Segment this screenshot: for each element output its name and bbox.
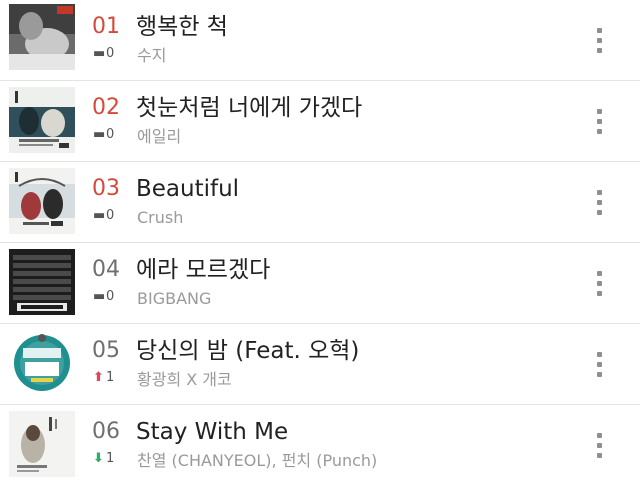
rank-change: ⬆ 1 xyxy=(93,370,114,386)
rank-change-value: 1 xyxy=(106,370,115,385)
song-title[interactable]: 당신의 밤 (Feat. 오혁) xyxy=(136,336,359,366)
chart-list: 01 ▬0 행복한 척 수지 02 ▬0 첫눈처럼 너에게 가겠다 에일리 03… xyxy=(0,0,640,480)
more-vertical-icon[interactable] xyxy=(590,20,610,60)
song-title[interactable]: 첫눈처럼 너에게 가겠다 xyxy=(136,93,362,123)
dash-icon: ▬ xyxy=(93,208,106,223)
rank-change-value: 0 xyxy=(106,289,115,304)
song-title[interactable]: Stay With Me xyxy=(136,417,288,447)
dash-icon: ▬ xyxy=(93,289,106,304)
rank-change-value: 0 xyxy=(106,46,115,61)
rank-change: ⬇ 1 xyxy=(93,451,114,467)
artist-name[interactable]: BIGBANG xyxy=(137,289,211,309)
song-title[interactable]: 행복한 척 xyxy=(136,12,228,42)
up-arrow-icon: ⬆ xyxy=(93,370,104,385)
chart-row[interactable]: 02 ▬0 첫눈처럼 너에게 가겠다 에일리 xyxy=(0,81,640,162)
more-vertical-icon[interactable] xyxy=(590,263,610,303)
chart-row[interactable]: 06 ⬇ 1 Stay With Me 찬열 (CHANYEOL), 펀치 (Pu… xyxy=(0,405,640,486)
artist-name[interactable]: 수지 xyxy=(137,46,166,66)
rank-change: ▬0 xyxy=(93,46,114,62)
album-cover[interactable] xyxy=(9,249,75,315)
rank-change: ▬0 xyxy=(93,127,114,143)
dash-icon: ▬ xyxy=(93,127,106,142)
rank-number: 04 xyxy=(92,257,120,282)
song-title[interactable]: Beautiful xyxy=(136,174,239,204)
artist-name[interactable]: Crush xyxy=(137,208,183,228)
artist-name[interactable]: 찬열 (CHANYEOL), 펀치 (Punch) xyxy=(137,451,377,471)
rank-change-value: 0 xyxy=(106,208,115,223)
artist-name[interactable]: 에일리 xyxy=(137,127,181,147)
album-cover[interactable] xyxy=(9,87,75,153)
more-vertical-icon[interactable] xyxy=(590,182,610,222)
chart-row[interactable]: 03 ▬0 Beautiful Crush xyxy=(0,162,640,243)
rank-number: 06 xyxy=(92,419,120,444)
rank-number: 03 xyxy=(92,176,120,201)
song-title[interactable]: 에라 모르겠다 xyxy=(136,255,270,285)
album-cover[interactable] xyxy=(9,168,75,234)
rank-change: ▬0 xyxy=(93,289,114,305)
rank-change: ▬0 xyxy=(93,208,114,224)
rank-change-value: 1 xyxy=(106,451,115,466)
rank-number: 01 xyxy=(92,14,120,39)
rank-number: 05 xyxy=(92,338,120,363)
album-cover[interactable] xyxy=(9,330,75,396)
chart-row[interactable]: 04 ▬0 에라 모르겠다 BIGBANG xyxy=(0,243,640,324)
down-arrow-icon: ⬇ xyxy=(93,451,104,466)
more-vertical-icon[interactable] xyxy=(590,425,610,465)
artist-name[interactable]: 황광희 X 개코 xyxy=(137,370,232,390)
more-vertical-icon[interactable] xyxy=(590,101,610,141)
more-vertical-icon[interactable] xyxy=(590,344,610,384)
album-cover[interactable] xyxy=(9,4,75,70)
dash-icon: ▬ xyxy=(93,46,106,61)
rank-change-value: 0 xyxy=(106,127,115,142)
album-cover[interactable] xyxy=(9,411,75,477)
rank-number: 02 xyxy=(92,95,120,120)
chart-row[interactable]: 01 ▬0 행복한 척 수지 xyxy=(0,0,640,81)
chart-row[interactable]: 05 ⬆ 1 당신의 밤 (Feat. 오혁) 황광희 X 개코 xyxy=(0,324,640,405)
